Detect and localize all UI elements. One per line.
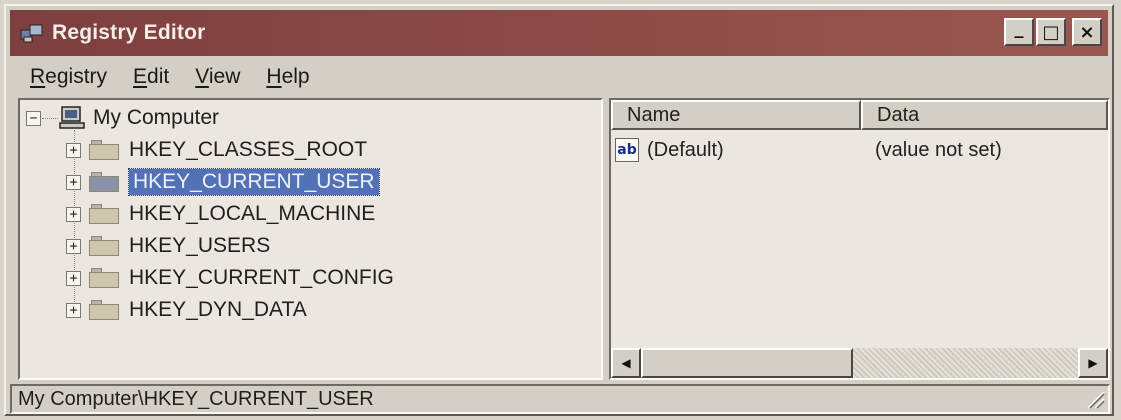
string-value-icon: ab (615, 138, 639, 162)
tree-node-hkey-classes-root[interactable]: + HKEY_CLASSES_ROOT (66, 134, 367, 166)
list-header: Name Data (611, 100, 1108, 130)
expand-icon[interactable]: + (66, 270, 81, 286)
column-header-data[interactable]: Data (861, 100, 1108, 130)
scroll-thumb[interactable] (641, 348, 853, 378)
tree-node-label: HKEY_CURRENT_CONFIG (129, 266, 394, 289)
menu-registry[interactable]: Registry (30, 65, 107, 89)
tree-node-label: HKEY_LOCAL_MACHINE (129, 202, 376, 225)
maximize-button[interactable]: □ (1036, 18, 1066, 46)
folder-icon (89, 204, 119, 224)
tree-node-label: My Computer (93, 106, 220, 129)
values-list-pane[interactable]: Name Data ab (Default) (value not set) ◀… (609, 98, 1110, 380)
tree-node-label: HKEY_DYN_DATA (129, 298, 307, 321)
expand-icon[interactable]: + (66, 206, 81, 222)
expand-icon[interactable]: + (66, 142, 81, 158)
tree-node-my-computer[interactable]: − My Computer (26, 102, 219, 134)
expand-icon[interactable]: + (66, 238, 81, 254)
resize-grip-icon[interactable] (1082, 386, 1106, 410)
expand-icon[interactable]: + (66, 174, 81, 190)
menu-help[interactable]: Help (266, 65, 309, 89)
open-folder-icon (89, 172, 119, 192)
close-button[interactable]: × (1072, 18, 1102, 46)
menu-bar: Registry Edit View Help (10, 58, 1108, 96)
tree-node-label: HKEY_USERS (129, 234, 271, 257)
arrow-left-icon: ◀ (621, 356, 631, 370)
menu-edit[interactable]: Edit (133, 65, 169, 89)
tree-node-hkey-current-config[interactable]: + HKEY_CURRENT_CONFIG (66, 262, 394, 294)
folder-icon (89, 268, 119, 288)
minimize-icon: _ (1014, 17, 1024, 39)
title-bar[interactable]: Registry Editor _ □ × (10, 10, 1108, 56)
tree-node-hkey-current-user[interactable]: + HKEY_CURRENT_USER (66, 166, 380, 198)
value-row[interactable]: ab (Default) (value not set) (611, 136, 1108, 166)
folder-icon (89, 236, 119, 256)
window-title: Registry Editor (52, 21, 206, 44)
minimize-button[interactable]: _ (1004, 18, 1034, 46)
value-data: (value not set) (875, 139, 1002, 161)
maximize-icon: □ (1042, 21, 1060, 43)
status-bar: My Computer\HKEY_CURRENT_USER (10, 384, 1110, 414)
tree-node-hkey-local-machine[interactable]: + HKEY_LOCAL_MACHINE (66, 198, 375, 230)
tree-node-label: HKEY_CURRENT_USER (128, 168, 380, 196)
scroll-left-button[interactable]: ◀ (611, 348, 641, 378)
folder-icon (89, 140, 119, 160)
tree-node-hkey-dyn-data[interactable]: + HKEY_DYN_DATA (66, 294, 307, 326)
status-path: My Computer\HKEY_CURRENT_USER (18, 387, 374, 410)
tree-node-hkey-users[interactable]: + HKEY_USERS (66, 230, 270, 262)
collapse-icon[interactable]: − (26, 110, 41, 126)
horizontal-scrollbar[interactable]: ◀ ▶ (611, 348, 1108, 378)
tree-node-label: HKEY_CLASSES_ROOT (129, 138, 368, 161)
close-icon: × (1079, 21, 1095, 43)
menu-view[interactable]: View (195, 65, 240, 89)
column-header-name[interactable]: Name (611, 100, 861, 130)
registry-editor-window: Registry Editor _ □ × Registry Edit View… (4, 4, 1114, 416)
computer-icon (59, 106, 85, 130)
scroll-right-button[interactable]: ▶ (1078, 348, 1108, 378)
arrow-right-icon: ▶ (1088, 356, 1098, 370)
folder-icon (89, 300, 119, 320)
expand-icon[interactable]: + (66, 302, 81, 318)
key-tree-pane[interactable]: − My Computer + HKEY_CLASSES_ROOT + HKEY… (18, 98, 603, 380)
regedit-icon (20, 22, 44, 44)
value-name: (Default) (647, 139, 724, 161)
